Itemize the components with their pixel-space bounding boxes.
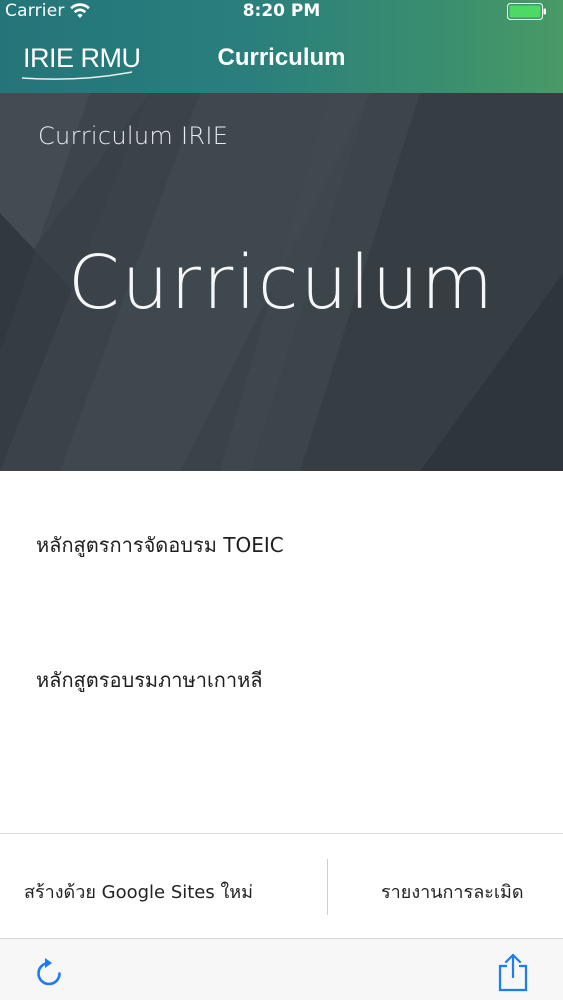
navigation-bar: IRIE RMU Curriculum [0, 24, 563, 93]
top-bar: Carrier 8:20 PM IRIE RMU Curriculum [0, 0, 563, 93]
hero-banner: Curriculum IRIE Curriculum [0, 93, 563, 471]
footer-separator [327, 859, 328, 915]
page-heading: Curriculum [67, 240, 496, 326]
google-sites-link[interactable]: สร้างด้วย Google Sites ใหม่ [24, 877, 253, 906]
battery-full-icon [507, 3, 546, 20]
refresh-icon[interactable] [33, 956, 65, 990]
course-list: หลักสูตรการจัดอบรม TOEIC หลักสูตรอบรมภาษ… [0, 471, 563, 833]
status-bar: Carrier 8:20 PM [0, 0, 563, 24]
status-time: 8:20 PM [242, 1, 321, 21]
browser-toolbar [0, 938, 563, 1000]
course-link-korean[interactable]: หลักสูตรอบรมภาษาเกาหลี [36, 664, 263, 696]
share-icon[interactable] [496, 952, 530, 992]
course-link-toeic[interactable]: หลักสูตรการจัดอบรม TOEIC [36, 529, 284, 561]
site-footer: สร้างด้วย Google Sites ใหม่ รายงานการละเ… [0, 834, 563, 938]
nav-title: Curriculum [217, 44, 346, 71]
report-abuse-link[interactable]: รายงานการละเมิด [381, 877, 524, 906]
site-name: Curriculum IRIE [38, 122, 229, 150]
